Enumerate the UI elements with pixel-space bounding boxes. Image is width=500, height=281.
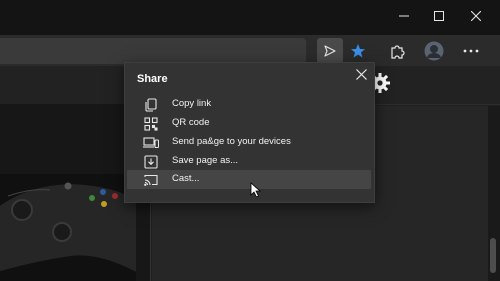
- share-item-label: Save page as...: [172, 155, 239, 166]
- share-button[interactable]: [317, 38, 343, 64]
- extensions-button[interactable]: [384, 38, 410, 64]
- save-icon: [143, 154, 159, 170]
- share-item-label: Cast...: [172, 173, 200, 184]
- share-item-label: Send pa&ge to your devices: [172, 136, 291, 147]
- maximize-icon: [434, 11, 444, 21]
- title-bar: [0, 0, 500, 35]
- controller-thumbnail-image: [0, 174, 136, 281]
- profile-button[interactable]: [421, 38, 447, 64]
- qr-code-icon: [143, 116, 159, 132]
- favorites-star-icon: [351, 44, 365, 58]
- share-item-cast[interactable]: Cast...: [127, 170, 371, 189]
- extensions-icon: [391, 45, 405, 59]
- close-icon: [471, 11, 481, 21]
- share-item-save-page[interactable]: Save page as...: [127, 152, 371, 171]
- share-item-label: Copy link: [172, 98, 212, 109]
- share-title: Share: [137, 73, 168, 85]
- cast-icon: [143, 172, 159, 188]
- share-item-qr-code[interactable]: QR code: [127, 114, 371, 133]
- copy-icon: [143, 97, 159, 113]
- more-options-icon: [463, 49, 479, 53]
- scrollbar-thumb[interactable]: [490, 238, 496, 273]
- send-to-devices-icon: [143, 135, 159, 151]
- share-item-send-to-devices[interactable]: Send pa&ge to your devices: [127, 133, 371, 152]
- minimize-button[interactable]: [385, 4, 423, 28]
- more-options-button[interactable]: [458, 38, 484, 64]
- close-window-button[interactable]: [457, 4, 495, 28]
- favorites-button[interactable]: [345, 38, 371, 64]
- profile-avatar: [424, 41, 444, 61]
- share-item-copy-link[interactable]: Copy link: [127, 95, 371, 114]
- minimize-icon: [399, 15, 409, 17]
- maximize-button[interactable]: [420, 4, 458, 28]
- mouse-cursor-icon: [250, 182, 262, 198]
- address-bar[interactable]: [0, 38, 306, 64]
- share-icon: [324, 45, 336, 57]
- share-item-label: QR code: [172, 117, 210, 128]
- game-controller-image: [0, 174, 136, 281]
- close-icon: [355, 68, 367, 80]
- share-close-button[interactable]: [353, 66, 369, 82]
